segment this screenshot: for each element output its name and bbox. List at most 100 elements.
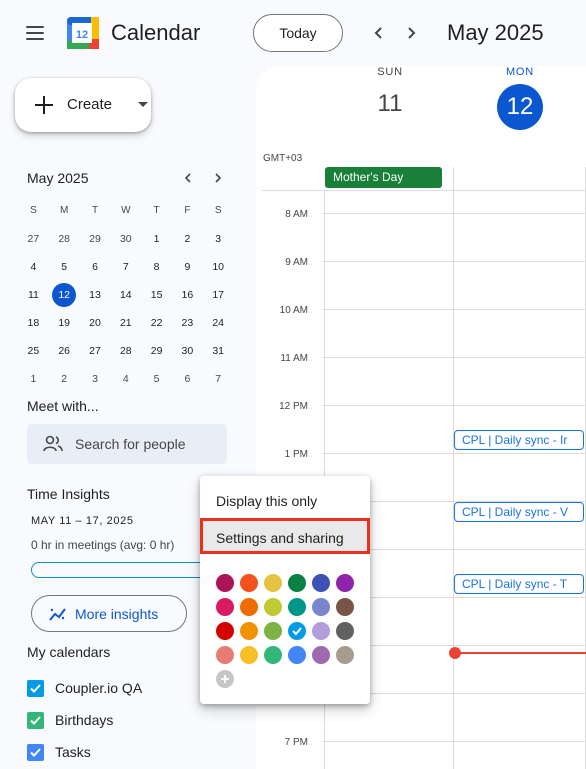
- color-swatch[interactable]: [216, 622, 234, 640]
- create-button[interactable]: Create: [15, 78, 151, 132]
- mini-calendar-day[interactable]: 27: [80, 339, 111, 363]
- checkbox-checked-icon[interactable]: [27, 744, 44, 761]
- color-swatch[interactable]: [336, 622, 354, 640]
- event-chip[interactable]: CPL | Daily sync - V: [454, 502, 584, 522]
- next-period-button[interactable]: [398, 20, 424, 46]
- hour-line: [322, 741, 586, 742]
- app-title: Calendar: [111, 20, 201, 45]
- mini-calendar-day[interactable]: 29: [141, 339, 172, 363]
- menu-item-display-only[interactable]: Display this only: [200, 480, 370, 516]
- main-menu-button[interactable]: [20, 18, 50, 48]
- mini-calendar-day[interactable]: 21: [110, 311, 141, 335]
- color-swatch[interactable]: [264, 622, 282, 640]
- day-header-mon[interactable]: MON 12: [494, 66, 546, 130]
- mini-calendar-day[interactable]: 7: [203, 367, 234, 391]
- hour-line: [322, 213, 586, 214]
- mini-next-month-button[interactable]: [208, 168, 228, 188]
- mini-calendar-day[interactable]: 1: [18, 367, 49, 391]
- mini-calendar-day[interactable]: 20: [80, 311, 111, 335]
- mini-calendar-day[interactable]: 3: [80, 367, 111, 391]
- color-swatch[interactable]: [216, 574, 234, 592]
- color-swatch[interactable]: [288, 646, 306, 664]
- mini-calendar-day[interactable]: 4: [18, 255, 49, 279]
- mini-calendar-day[interactable]: 12: [49, 283, 80, 307]
- mini-calendar-day[interactable]: 13: [80, 283, 111, 307]
- mini-calendar-day[interactable]: 27: [18, 227, 49, 251]
- today-button[interactable]: Today: [253, 14, 343, 52]
- color-swatch[interactable]: [336, 646, 354, 664]
- mini-calendar-day[interactable]: 29: [80, 227, 111, 251]
- color-swatch[interactable]: [240, 574, 258, 592]
- mini-calendar-day[interactable]: 30: [110, 227, 141, 251]
- mini-calendar-day[interactable]: 30: [172, 339, 203, 363]
- mini-calendar-day[interactable]: 25: [18, 339, 49, 363]
- checkbox-checked-icon[interactable]: [27, 712, 44, 729]
- checkbox-checked-icon[interactable]: [27, 680, 44, 697]
- mini-calendar-day[interactable]: 14: [110, 283, 141, 307]
- allday-event[interactable]: Mother's Day: [325, 167, 442, 188]
- mini-calendar-day[interactable]: 16: [172, 283, 203, 307]
- mini-calendar-day[interactable]: 7: [110, 255, 141, 279]
- mini-calendar-day[interactable]: 2: [172, 227, 203, 251]
- color-swatch[interactable]: [336, 598, 354, 616]
- color-swatch[interactable]: [264, 574, 282, 592]
- mini-calendar-day[interactable]: 10: [203, 255, 234, 279]
- mini-calendar-day[interactable]: 17: [203, 283, 234, 307]
- mini-calendar-day[interactable]: 8: [141, 255, 172, 279]
- calendar-item[interactable]: Coupler.io QA: [27, 678, 227, 700]
- calendar-item[interactable]: Birthdays: [27, 710, 227, 732]
- color-swatch[interactable]: [336, 574, 354, 592]
- color-swatch[interactable]: [312, 574, 330, 592]
- add-custom-color-button[interactable]: [216, 670, 234, 688]
- mini-calendar-day[interactable]: 15: [141, 283, 172, 307]
- mini-calendar-day[interactable]: 5: [141, 367, 172, 391]
- mini-calendar-today: 12: [52, 283, 77, 307]
- mini-calendar-day[interactable]: 28: [110, 339, 141, 363]
- color-swatch[interactable]: [216, 598, 234, 616]
- my-calendars-title: My calendars: [27, 644, 111, 660]
- mini-calendar-day[interactable]: 18: [18, 311, 49, 335]
- mini-calendar-day[interactable]: 6: [172, 367, 203, 391]
- color-swatch[interactable]: [288, 598, 306, 616]
- prev-period-button[interactable]: [366, 20, 392, 46]
- divider: [262, 190, 586, 191]
- hour-label: 11 AM: [280, 353, 308, 364]
- mini-calendar-day[interactable]: 23: [172, 311, 203, 335]
- color-swatch[interactable]: [264, 646, 282, 664]
- search-people-input[interactable]: Search for people: [27, 424, 227, 464]
- event-chip[interactable]: CPL | Daily sync - Ir: [454, 430, 584, 450]
- timezone-label: GMT+03: [263, 153, 303, 164]
- color-swatch[interactable]: [288, 574, 306, 592]
- mini-prev-month-button[interactable]: [178, 168, 198, 188]
- mini-calendar-day[interactable]: 22: [141, 311, 172, 335]
- color-swatch[interactable]: [240, 646, 258, 664]
- menu-item-settings-sharing[interactable]: Settings and sharing: [200, 518, 370, 554]
- color-swatch[interactable]: [312, 646, 330, 664]
- color-swatch[interactable]: [216, 646, 234, 664]
- calendar-item[interactable]: Tasks: [27, 742, 227, 764]
- mini-calendar-day[interactable]: 6: [80, 255, 111, 279]
- event-chip[interactable]: CPL | Daily sync - T: [454, 574, 584, 594]
- color-swatch[interactable]: [264, 598, 282, 616]
- mini-calendar-day[interactable]: 19: [49, 311, 80, 335]
- mini-calendar-day[interactable]: 3: [203, 227, 234, 251]
- mini-calendar-day[interactable]: 31: [203, 339, 234, 363]
- mini-calendar-day[interactable]: 28: [49, 227, 80, 251]
- color-swatch[interactable]: [240, 622, 258, 640]
- mini-calendar-day[interactable]: 9: [172, 255, 203, 279]
- mini-calendar-day[interactable]: 11: [18, 283, 49, 307]
- more-insights-button[interactable]: More insights: [31, 595, 187, 632]
- color-swatch[interactable]: [240, 598, 258, 616]
- mini-calendar-day[interactable]: 26: [49, 339, 80, 363]
- mini-calendar-day[interactable]: 1: [141, 227, 172, 251]
- color-swatch[interactable]: [312, 598, 330, 616]
- chevron-left-icon: [184, 173, 191, 183]
- mini-calendar-day[interactable]: 5: [49, 255, 80, 279]
- mini-calendar-day[interactable]: 4: [110, 367, 141, 391]
- mini-calendar-day[interactable]: 24: [203, 311, 234, 335]
- color-swatch[interactable]: [288, 622, 306, 640]
- mini-calendar-day[interactable]: 2: [49, 367, 80, 391]
- color-swatch[interactable]: [312, 622, 330, 640]
- weekday-header: S: [214, 205, 222, 216]
- day-header-sun[interactable]: SUN 11: [364, 66, 416, 118]
